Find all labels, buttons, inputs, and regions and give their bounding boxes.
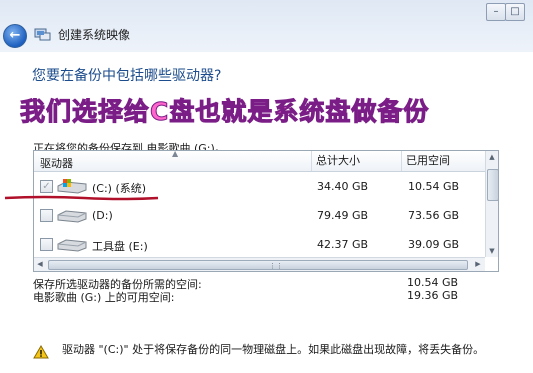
warning-icon	[33, 345, 49, 359]
scroll-up-icon[interactable]: ▲	[486, 151, 498, 163]
drive-total-size: 34.40 GB	[317, 180, 369, 193]
scroll-right-icon[interactable]: ▶	[472, 258, 484, 271]
drive-name: 工具盘 (E:)	[92, 240, 148, 253]
available-space-value: 19.36 GB	[407, 289, 459, 302]
available-space-label: 电影歌曲 (G:) 上的可用空间:	[33, 291, 175, 304]
column-header-drive[interactable]: 驱动器	[40, 155, 73, 171]
sort-up-icon: ▲	[172, 150, 179, 158]
warning-message: 驱动器 "(C:)" 处于将保存备份的同一物理磁盘上。如果此磁盘出现故障，将丢失…	[62, 343, 485, 356]
horizontal-scrollbar[interactable]: ◀ ⋮⋮ ▶	[34, 257, 485, 271]
scroll-down-icon[interactable]: ▼	[486, 245, 498, 257]
page-heading: 您要在备份中包括哪些驱动器?	[32, 68, 222, 84]
required-space-value: 10.54 GB	[407, 276, 459, 289]
annotation-overlay: 我们选择给C盘也就是系统盘做备份	[19, 97, 430, 127]
windows-drive-icon	[57, 179, 87, 194]
grip-icon: ⋮⋮	[269, 262, 283, 270]
drive-name: (D:)	[92, 209, 113, 222]
vertical-scrollbar[interactable]: ▲ ▼	[485, 151, 498, 257]
maximize-button[interactable]: □	[505, 3, 525, 21]
table-header: ▲ 驱动器 总计大小 已用空间	[34, 151, 485, 172]
scroll-left-icon[interactable]: ◀	[34, 258, 46, 271]
drive-row-d[interactable]: (D:) 79.49 GB 73.56 GB	[34, 204, 485, 228]
vertical-scroll-thumb[interactable]	[487, 169, 498, 201]
back-button[interactable]: ←	[3, 24, 27, 48]
drive-row-e[interactable]: 工具盘 (E:) 42.37 GB 39.09 GB	[34, 233, 485, 257]
drive-total-size: 79.49 GB	[317, 209, 369, 222]
drive-total-size: 42.37 GB	[317, 238, 369, 251]
drive-used-space: 10.54 GB	[408, 180, 460, 193]
drive-checkbox-c: ✓	[40, 180, 53, 193]
horizontal-scroll-thumb[interactable]: ⋮⋮	[48, 260, 468, 270]
window-title: 创建系统映像	[58, 28, 131, 42]
minimize-button[interactable]: –	[486, 3, 506, 21]
drive-name: (C:) (系统)	[92, 182, 147, 195]
backup-app-icon	[34, 28, 51, 41]
column-header-used-space[interactable]: 已用空间	[401, 151, 450, 171]
drive-checkbox-e[interactable]	[40, 238, 53, 251]
column-header-total-size[interactable]: 总计大小	[311, 151, 360, 171]
hard-drive-icon	[57, 239, 87, 252]
drive-used-space: 73.56 GB	[408, 209, 460, 222]
drive-checkbox-d[interactable]	[40, 209, 53, 222]
hard-drive-icon	[57, 210, 87, 223]
drive-used-space: 39.09 GB	[408, 238, 460, 251]
annotation-underline	[4, 195, 159, 201]
drive-table: ▲ 驱动器 总计大小 已用空间 ✓ (C:) (系统) 34.40 GB 10.…	[33, 150, 499, 272]
